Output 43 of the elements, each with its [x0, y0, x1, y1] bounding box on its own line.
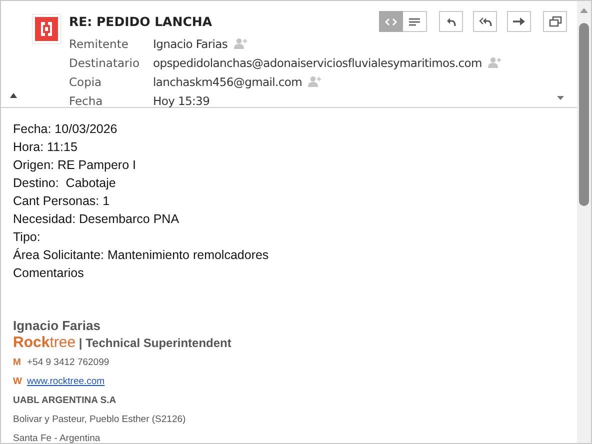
body-text-line: Hora: 11:15 — [13, 139, 78, 156]
field-value: Hoy 15:39 — [153, 94, 210, 108]
field-label: Copia — [69, 74, 103, 88]
body-text-line: Tipo: — [13, 229, 42, 246]
body-text-line: Comentarios — [13, 265, 85, 282]
logo-icon — [32, 14, 61, 44]
field-value: opspedidolanchas@adonaiserviciosfluvialesymaritimos.com — [153, 56, 482, 70]
signature-name: Ignacio Farias — [13, 318, 102, 333]
reply-all-icon — [478, 16, 492, 26]
lines-icon — [409, 18, 420, 26]
body-text-line: Necesidad: Desembarco PNA — [13, 211, 180, 228]
collapse-arrow-icon[interactable] — [10, 93, 17, 98]
field-value: lanchaskm456@gmail.com — [153, 74, 302, 88]
field-label: Remitente — [69, 36, 130, 50]
email-subject: RE: PEDIDO LANCHA — [69, 13, 212, 31]
field-label: Fecha — [69, 94, 104, 108]
body-text-line: Fecha: 10/03/2026 — [13, 121, 118, 138]
body-text-line: Cant Personas: 1 — [13, 193, 111, 210]
windows-icon — [548, 16, 562, 27]
body-text-line: Área Solicitante: Mantenimiento remolcadores — [13, 247, 270, 264]
signature-title: Rocktree | Technical Superintendent — [13, 333, 232, 353]
reply-icon — [446, 16, 456, 26]
forward-arrow-icon — [513, 17, 525, 26]
reply-all-button[interactable] — [473, 11, 497, 32]
scroll-up-icon[interactable] — [580, 8, 588, 13]
popout-button[interactable] — [543, 11, 567, 32]
company-name: UABL ARGENTINA S.A — [13, 394, 118, 408]
contact-label: M — [13, 356, 22, 370]
contact-label: W — [13, 375, 23, 389]
website-link[interactable]: www.rocktree.com — [27, 372, 105, 391]
forward-button[interactable] — [507, 11, 531, 32]
reply-button[interactable] — [439, 11, 463, 32]
body-text-line: Origen: RE Pampero I — [13, 157, 137, 174]
field-label: Destinatario — [69, 56, 140, 70]
scrollbar[interactable] — [577, 1, 591, 443]
field-value: Ignacio Farias — [153, 36, 228, 50]
address-line: Santa Fe - Argentina — [13, 432, 102, 443]
address-line: Bolivar y Pasteur, Pueblo Esther (S2126) — [13, 413, 187, 427]
body-text-line: Destino: Cabotaje — [13, 175, 117, 192]
text-view-button[interactable] — [403, 11, 427, 32]
phone-number: +54 9 3412 762099 — [27, 356, 110, 370]
dropdown-arrow-icon[interactable] — [557, 96, 564, 100]
code-icon — [385, 18, 397, 26]
